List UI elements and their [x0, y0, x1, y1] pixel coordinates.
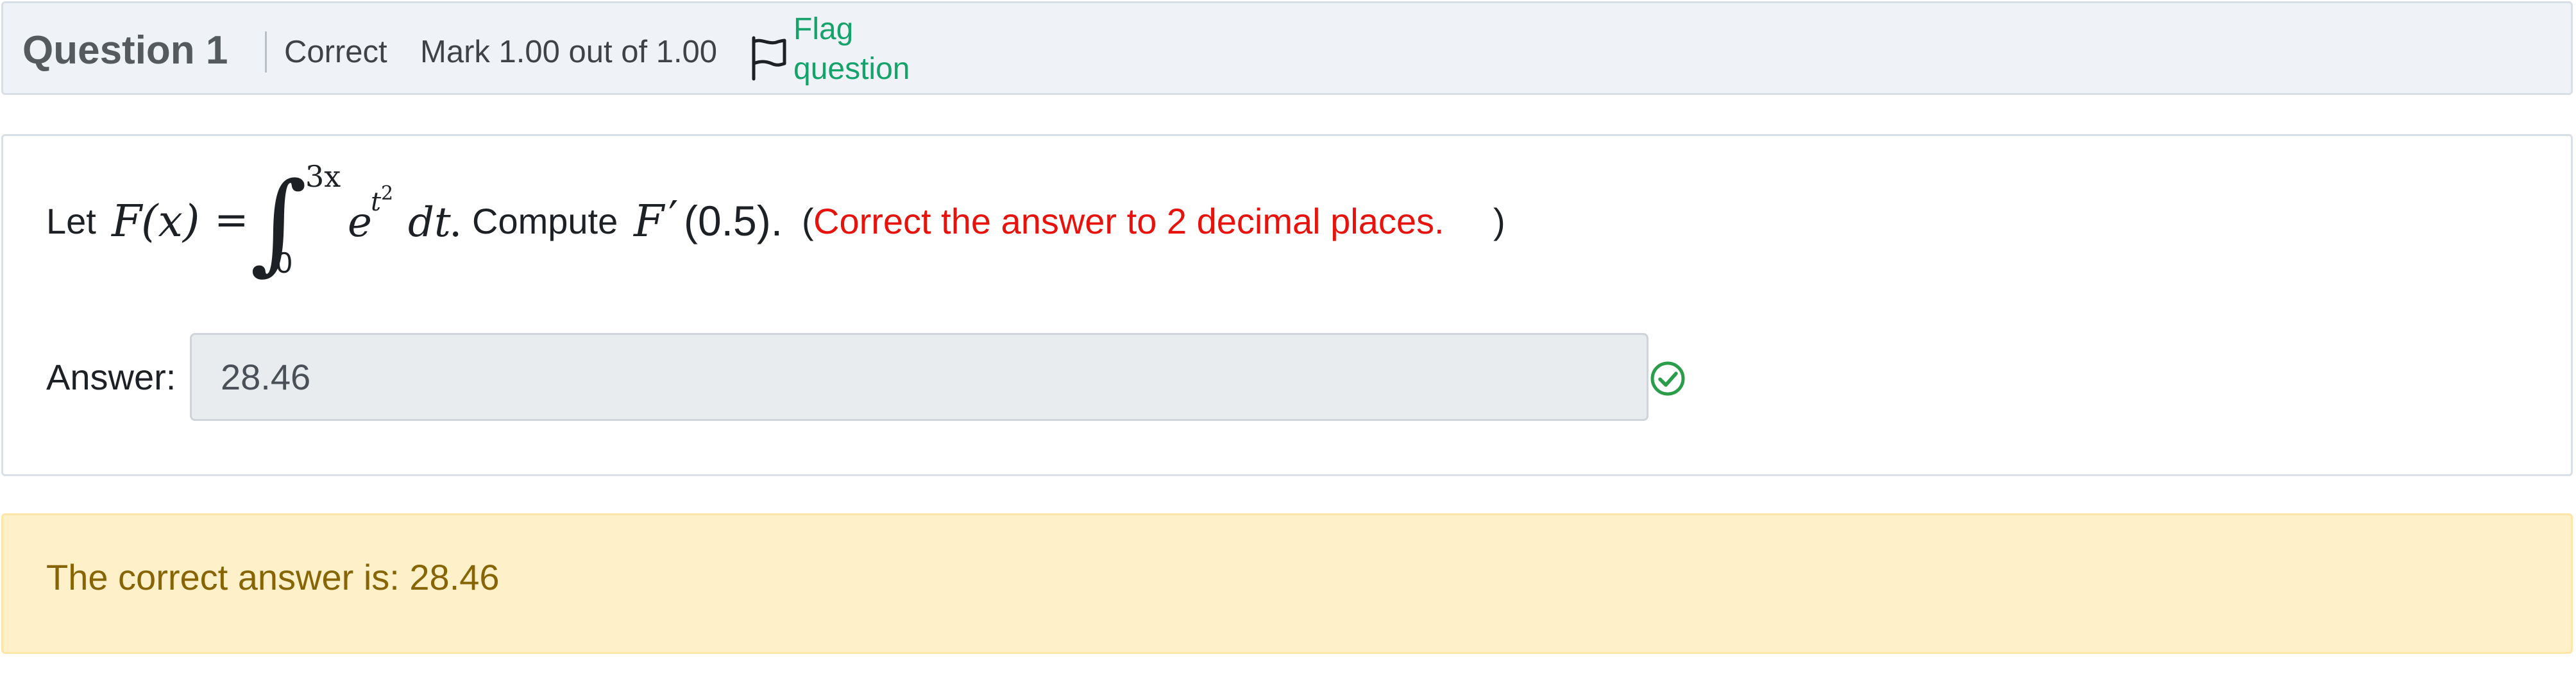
- right-answer-text: The correct answer is: 28.46: [46, 557, 500, 597]
- decimal-places-note: Correct the answer to 2 decimal places.: [813, 201, 1445, 241]
- check-circle-icon: [1650, 361, 1685, 396]
- function-variable: (x): [141, 196, 200, 247]
- integrand-exponent-power: 2: [381, 182, 394, 205]
- answer-label: Answer:: [46, 357, 176, 397]
- integrand-exponent-base: t: [371, 187, 382, 217]
- derivative-name: F: [634, 196, 665, 247]
- flag-icon: [752, 36, 786, 81]
- flag-question-label: Flag question: [793, 12, 910, 86]
- lower-limit: 0: [276, 246, 292, 279]
- question-grade: Mark 1.00 out of 1.00: [420, 35, 718, 69]
- integrand-base: e: [348, 199, 372, 246]
- question-title: Question 1: [22, 28, 228, 73]
- upper-limit: 3x: [305, 159, 341, 194]
- answer-input[interactable]: [190, 333, 1648, 421]
- differential: dt: [408, 199, 451, 246]
- quiz-question-page: Question 1 Correct Mark 1.00 out of 1.00…: [0, 0, 2576, 693]
- question-prefix: Let: [46, 201, 96, 241]
- header-divider: [265, 31, 267, 73]
- note-close-paren: ): [1493, 201, 1505, 241]
- derivative-argument: (0.5).: [684, 197, 783, 244]
- equals-sign: =: [214, 196, 249, 244]
- note-open-paren: (: [802, 201, 814, 241]
- instruction-text: Compute: [472, 201, 618, 241]
- question-state: Correct: [284, 35, 387, 69]
- derivative-prime: ′: [668, 193, 679, 243]
- math-period: .: [449, 199, 462, 246]
- question-header: Question 1 Correct Mark 1.00 out of 1.00…: [1, 1, 2573, 95]
- function-name: F: [112, 196, 142, 247]
- flag-question-button[interactable]: Flag question: [749, 10, 954, 93]
